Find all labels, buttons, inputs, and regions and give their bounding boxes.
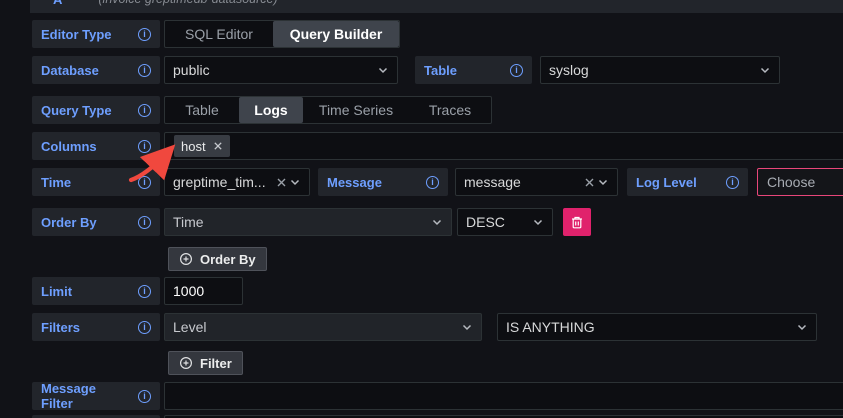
chevron-down-icon — [796, 321, 808, 333]
query-type-option-logs[interactable]: Logs — [239, 97, 303, 123]
order-by-field-value: Time — [173, 214, 431, 230]
table-select-value: syslog — [549, 62, 759, 78]
query-type-option-time-series[interactable]: Time Series — [303, 97, 409, 123]
chevron-down-icon — [431, 216, 443, 228]
table-select[interactable]: syslog — [540, 56, 780, 84]
info-icon: i — [726, 176, 739, 189]
row-time-message-loglevel: Time i greptime_tim... Message i message — [32, 168, 843, 196]
query-type-option-table[interactable]: Table — [165, 97, 239, 123]
chevron-down-icon — [461, 321, 473, 333]
database-label: Database i — [32, 56, 160, 84]
info-icon: i — [138, 321, 151, 334]
remove-order-by-button[interactable] — [563, 208, 591, 236]
info-icon: i — [138, 176, 151, 189]
limit-input[interactable] — [164, 277, 243, 305]
chevron-down-icon — [759, 64, 771, 76]
add-order-by-button[interactable]: Order By — [168, 247, 267, 271]
log-level-select[interactable]: Choose — [757, 168, 843, 196]
database-select-value: public — [173, 62, 377, 78]
row-columns: Columns i host — [32, 132, 843, 160]
chevron-down-icon — [597, 176, 609, 188]
filter-operator-select[interactable]: IS ANYTHING — [497, 313, 817, 341]
editor-type-option-sql-editor[interactable]: SQL Editor — [165, 21, 273, 47]
info-icon: i — [138, 28, 151, 41]
row-editor-type: Editor Type i SQL Editor Query Builder — [32, 20, 400, 48]
query-editor-panel: A (invoice greptimedb-datasource) Editor… — [0, 0, 843, 418]
datasource-note: (invoice greptimedb-datasource) — [98, 0, 277, 6]
query-ref-id: A — [53, 0, 62, 7]
info-icon: i — [510, 64, 523, 77]
time-column-select[interactable]: greptime_tim... — [164, 168, 310, 196]
editor-type-radio-group: SQL Editor Query Builder — [164, 20, 400, 48]
trash-icon — [570, 215, 584, 230]
message-column-select[interactable]: message — [455, 168, 618, 196]
table-label: Table i — [415, 56, 532, 84]
limit-label: Limit i — [32, 277, 160, 305]
columns-multiselect[interactable]: host — [164, 132, 843, 160]
filters-label: Filters i — [32, 313, 160, 341]
columns-label: Columns i — [32, 132, 160, 160]
info-icon: i — [138, 140, 151, 153]
order-by-label: Order By i — [32, 208, 160, 236]
filter-field-value: Level — [173, 319, 461, 335]
log-level-label: Log Level i — [627, 168, 748, 196]
message-label: Message i — [318, 168, 448, 196]
column-chip-label: host — [181, 139, 206, 154]
row-message-filter: Message Filter i — [32, 382, 843, 410]
info-icon: i — [138, 285, 151, 298]
remove-column-icon[interactable] — [213, 141, 223, 151]
time-label: Time i — [32, 168, 160, 196]
row-query-type: Query Type i Table Logs Time Series Trac… — [32, 96, 492, 124]
clear-icon[interactable] — [276, 177, 287, 188]
message-column-value: message — [464, 174, 578, 190]
query-type-label: Query Type i — [32, 96, 160, 124]
info-icon: i — [138, 390, 151, 403]
row-order-by: Order By i Time DESC — [32, 208, 591, 236]
chevron-down-icon — [377, 64, 389, 76]
time-column-value: greptime_tim... — [173, 174, 270, 190]
message-filter-input[interactable] — [164, 382, 843, 410]
plus-circle-icon — [179, 252, 193, 266]
editor-type-label: Editor Type i — [32, 20, 160, 48]
message-filter-label: Message Filter i — [32, 382, 160, 410]
clear-icon[interactable] — [584, 177, 595, 188]
order-by-direction-value: DESC — [466, 214, 532, 230]
info-icon: i — [426, 176, 439, 189]
info-icon: i — [138, 64, 151, 77]
order-by-direction-select[interactable]: DESC — [457, 208, 553, 236]
row-add-order-by: Order By — [32, 247, 267, 275]
editor-type-option-query-builder[interactable]: Query Builder — [273, 21, 399, 47]
query-type-option-traces[interactable]: Traces — [409, 97, 491, 123]
query-type-radio-group: Table Logs Time Series Traces — [164, 96, 492, 124]
chevron-down-icon — [289, 176, 301, 188]
filter-operator-value: IS ANYTHING — [506, 319, 796, 335]
row-filters: Filters i Level IS ANYTHING — [32, 313, 817, 341]
database-select[interactable]: public — [164, 56, 398, 84]
chevron-down-icon — [532, 216, 544, 228]
plus-circle-icon — [179, 356, 193, 370]
add-filter-button[interactable]: Filter — [168, 351, 243, 375]
info-icon: i — [138, 216, 151, 229]
log-level-placeholder: Choose — [767, 174, 815, 190]
row-limit: Limit i — [32, 277, 243, 305]
query-row-header[interactable]: A (invoice greptimedb-datasource) — [30, 0, 843, 13]
row-add-filter: Filter — [32, 351, 243, 379]
order-by-field-select[interactable]: Time — [164, 208, 452, 236]
filter-field-select[interactable]: Level — [164, 313, 482, 341]
row-database-table: Database i public Table i syslog — [32, 56, 780, 84]
column-chip-host: host — [174, 135, 230, 157]
info-icon: i — [138, 104, 151, 117]
